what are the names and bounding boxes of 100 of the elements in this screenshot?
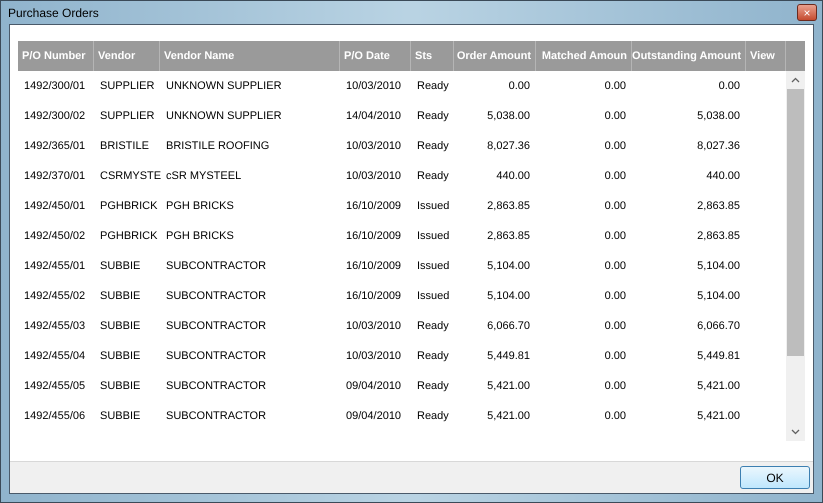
table-cell-text: SUBCONTRACTOR bbox=[166, 378, 266, 394]
table-cell-text: 10/03/2010 bbox=[346, 78, 402, 94]
table-cell-text: 0.00 bbox=[604, 258, 626, 274]
table-cell-text: 2,863.85 bbox=[487, 228, 530, 244]
column-header[interactable]: P/O Date bbox=[344, 48, 390, 64]
table-cell-text: 14/04/2010 bbox=[346, 108, 402, 124]
table-cell-text: 5,038.00 bbox=[697, 108, 740, 124]
table-cell-text: 10/03/2010 bbox=[346, 138, 402, 154]
table-cell-text: SUBCONTRACTOR bbox=[166, 258, 266, 274]
table-cell-text: CSRMYSTE bbox=[100, 168, 162, 184]
table-cell-text: 5,421.00 bbox=[487, 378, 530, 394]
table-cell-text: SUBBIE bbox=[100, 318, 140, 334]
table-cell-text: SUBBIE bbox=[100, 258, 140, 274]
table-cell-text: 5,104.00 bbox=[487, 258, 530, 274]
table-cell-text: 0.00 bbox=[604, 168, 626, 184]
ok-button[interactable]: OK bbox=[740, 466, 810, 489]
table-cell-text: 5,038.00 bbox=[487, 108, 530, 124]
column-header[interactable]: Outstanding Amount bbox=[632, 48, 741, 64]
scroll-thumb[interactable] bbox=[787, 89, 804, 356]
table-cell-text: 0.00 bbox=[604, 78, 626, 94]
table-cell-text: SUBBIE bbox=[100, 378, 140, 394]
column-header[interactable]: Matched Amoun bbox=[542, 48, 627, 64]
table-cell-text: 09/04/2010 bbox=[346, 408, 402, 424]
table-cell-text: 1492/365/01 bbox=[24, 138, 86, 154]
column-header[interactable]: Vendor bbox=[98, 48, 136, 64]
table-cell-text: 1492/370/01 bbox=[24, 168, 86, 184]
table-cell-text: BRISTILE ROOFING bbox=[166, 138, 270, 154]
table-cell-text: Ready bbox=[417, 138, 449, 154]
table-cell-text: 16/10/2009 bbox=[346, 258, 402, 274]
table-cell-text: 09/04/2010 bbox=[346, 378, 402, 394]
table-cell-text: 0.00 bbox=[604, 348, 626, 364]
table-cell-text: SUBCONTRACTOR bbox=[166, 348, 266, 364]
scroll-down-icon[interactable] bbox=[791, 429, 800, 435]
table-cell-text: 5,104.00 bbox=[697, 288, 740, 304]
column-header[interactable]: View bbox=[750, 48, 775, 64]
table-cell-text: Ready bbox=[417, 168, 449, 184]
table-cell-text: 1492/455/06 bbox=[24, 408, 86, 424]
table-cell-text: Ready bbox=[417, 78, 449, 94]
table-cell-text: Issued bbox=[417, 258, 450, 274]
column-header[interactable]: P/O Number bbox=[22, 48, 86, 64]
table-cell-text: 0.00 bbox=[604, 108, 626, 124]
column-header[interactable]: Sts bbox=[415, 48, 432, 64]
close-button[interactable]: × bbox=[797, 4, 817, 21]
table-cell-text: 1492/300/01 bbox=[24, 78, 86, 94]
table-cell-text: Issued bbox=[417, 228, 450, 244]
table-cell-text: BRISTILE bbox=[100, 138, 149, 154]
table-cell-text: SUBBIE bbox=[100, 288, 140, 304]
scroll-up-icon[interactable] bbox=[791, 77, 800, 83]
column-header[interactable]: Order Amount bbox=[456, 48, 531, 64]
table-cell-text: 8,027.36 bbox=[697, 138, 740, 154]
table-cell-text: UNKNOWN SUPPLIER bbox=[166, 78, 282, 94]
table-cell-text: 5,421.00 bbox=[697, 408, 740, 424]
table-cell-text: Ready bbox=[417, 318, 449, 334]
table-cell-text: 16/10/2009 bbox=[346, 288, 402, 304]
table-cell-text: 10/03/2010 bbox=[346, 318, 402, 334]
table-cell-text: 1492/450/01 bbox=[24, 198, 86, 214]
table-cell-text: SUPPLIER bbox=[100, 108, 154, 124]
table-cell-text: Ready bbox=[417, 408, 449, 424]
table-cell-text: 0.00 bbox=[604, 198, 626, 214]
table-cell-text: SUBCONTRACTOR bbox=[166, 288, 266, 304]
table-cell-text: 0.00 bbox=[508, 78, 530, 94]
table-cell-text: 5,449.81 bbox=[697, 348, 740, 364]
table-cell-text: SUBCONTRACTOR bbox=[166, 408, 266, 424]
table-cell-text: 5,421.00 bbox=[697, 378, 740, 394]
table-cell-text: 2,863.85 bbox=[487, 198, 530, 214]
table-cell-text: 0.00 bbox=[604, 288, 626, 304]
table-cell-text: 440.00 bbox=[496, 168, 530, 184]
table-cell-text: PGH BRICKS bbox=[166, 228, 234, 244]
table-cell-text: 10/03/2010 bbox=[346, 168, 402, 184]
table-cell-text: 16/10/2009 bbox=[346, 228, 402, 244]
table-cell-text: 16/10/2009 bbox=[346, 198, 402, 214]
table-cell-text: SUBBIE bbox=[100, 348, 140, 364]
table-cell-text: 1492/455/02 bbox=[24, 288, 86, 304]
table-cell-text: 1492/455/05 bbox=[24, 378, 86, 394]
table-cell-text: 1492/455/01 bbox=[24, 258, 86, 274]
table-cell-text: 1492/450/02 bbox=[24, 228, 86, 244]
table-cell-text: cSR MYSTEEL bbox=[166, 168, 242, 184]
table-cell-text: Ready bbox=[417, 378, 449, 394]
table-cell-text: 5,449.81 bbox=[487, 348, 530, 364]
table-cell-text: 10/03/2010 bbox=[346, 348, 402, 364]
window-title: Purchase Orders bbox=[8, 4, 99, 22]
table-cell-text: SUBBIE bbox=[100, 408, 140, 424]
table-cell-text: Issued bbox=[417, 198, 450, 214]
table-cell-text: PGHBRICK bbox=[100, 198, 158, 214]
column-header[interactable]: Vendor Name bbox=[164, 48, 234, 64]
table-cell-text: Ready bbox=[417, 348, 449, 364]
table-cell-text: 5,421.00 bbox=[487, 408, 530, 424]
table-cell-text: 1492/300/02 bbox=[24, 108, 86, 124]
table-cell-text: 1492/455/03 bbox=[24, 318, 86, 334]
table-cell-text: 1492/455/04 bbox=[24, 348, 86, 364]
table-cell-text: 0.00 bbox=[604, 228, 626, 244]
table-cell-text: 6,066.70 bbox=[487, 318, 530, 334]
table-cell-text: SUPPLIER bbox=[100, 78, 154, 94]
scrollbar[interactable] bbox=[786, 71, 805, 441]
table-cell-text: 5,104.00 bbox=[487, 288, 530, 304]
table-cell-text: 0.00 bbox=[604, 378, 626, 394]
table-cell-text: 2,863.85 bbox=[697, 198, 740, 214]
table-cell-text: 5,104.00 bbox=[697, 258, 740, 274]
table-cell-text: 0.00 bbox=[604, 318, 626, 334]
table-cell-text: Issued bbox=[417, 288, 450, 304]
